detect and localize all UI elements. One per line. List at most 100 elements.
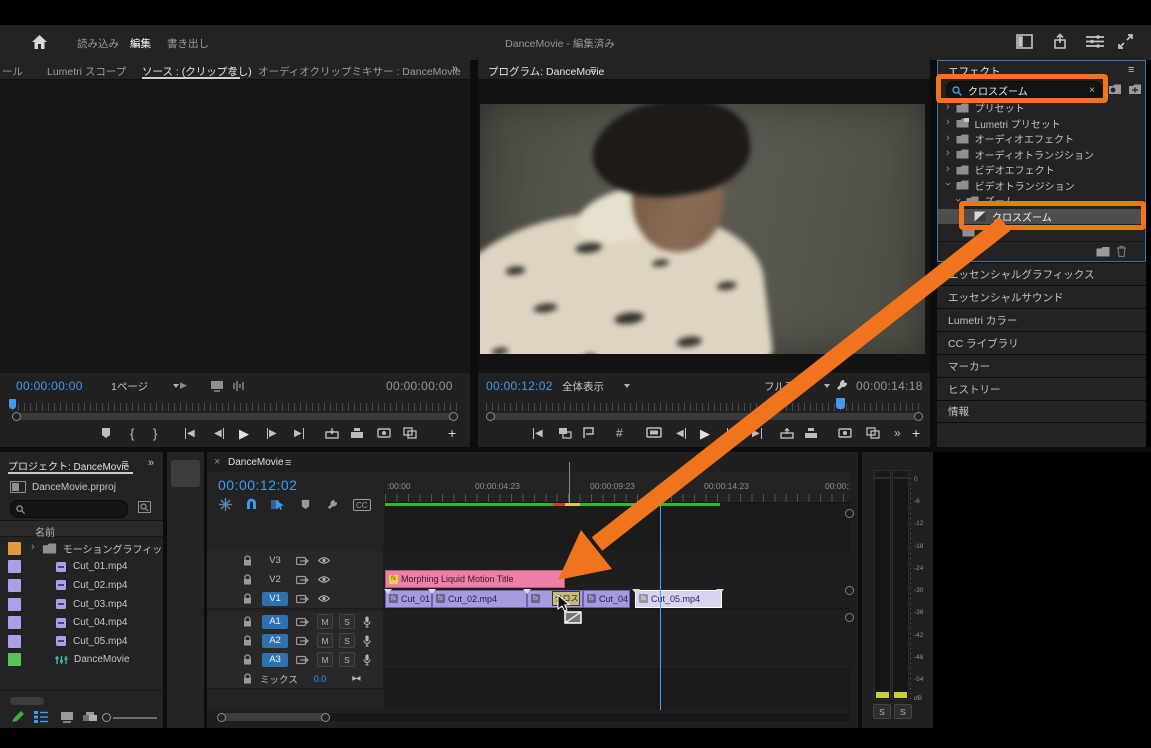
project-list-header[interactable]: 名前: [0, 520, 163, 539]
project-hscroll[interactable]: [10, 697, 44, 705]
project-item-cut02[interactable]: Cut_02.mp4: [0, 576, 163, 595]
track-header-v1[interactable]: V1: [207, 589, 383, 609]
project-item-cut05[interactable]: Cut_05.mp4: [0, 632, 163, 651]
menu-export[interactable]: 書き出し: [167, 36, 209, 51]
solo-button-a1[interactable]: S: [339, 614, 355, 629]
timeline-playhead[interactable]: [659, 494, 661, 710]
panel-cc-libraries[interactable]: CC ライブラリ: [937, 331, 1146, 354]
label-swatch[interactable]: [8, 597, 21, 611]
vscroll-handle-bottom[interactable]: [845, 613, 854, 622]
clip-cut04[interactable]: fx Cut_04.: [583, 589, 630, 608]
panel-info[interactable]: 情報: [937, 400, 1146, 423]
track-target-a2[interactable]: A2: [262, 633, 288, 648]
source-audio-waveform-icon[interactable]: [232, 380, 246, 392]
sync-lock-icon[interactable]: [296, 655, 309, 665]
tab-overflow-icon[interactable]: »: [452, 63, 458, 75]
program-goto-out-icon[interactable]: ▶: [752, 428, 762, 439]
overwrite-icon[interactable]: [350, 428, 364, 439]
tab-audio-clip-mixer[interactable]: オーディオクリップミキサー : DanceMovie: [258, 64, 461, 79]
menu-edit[interactable]: 編集: [130, 36, 151, 51]
effects-tree-video-effects[interactable]: › ビデオエフェクト: [938, 162, 1145, 178]
tab-effect-controls[interactable]: ール: [2, 64, 23, 79]
insert-nest-icon[interactable]: [219, 498, 232, 511]
vscroll-handle-mid[interactable]: [845, 586, 854, 595]
label-swatch[interactable]: [8, 634, 21, 648]
track-header-v3[interactable]: V3: [207, 551, 383, 571]
project-search-input[interactable]: [10, 500, 128, 518]
gap-timeline-meters[interactable]: [858, 452, 862, 728]
sync-lock-icon[interactable]: [296, 575, 309, 585]
project-panel-tab[interactable]: プロジェクト: DanceMovie: [8, 458, 129, 473]
timeline-wrench-icon[interactable]: [326, 498, 339, 511]
goto-in-icon[interactable]: ◀: [185, 428, 195, 439]
mute-button-a2[interactable]: M: [317, 633, 333, 648]
mute-button-a1[interactable]: M: [317, 614, 333, 629]
label-swatch[interactable]: [8, 616, 21, 630]
hscroll-handle-right[interactable]: [321, 712, 330, 722]
lane-a2[interactable]: [385, 631, 850, 651]
thumbnail-zoom-knob[interactable]: [102, 713, 111, 722]
source-zoom-select[interactable]: 1ページ: [105, 377, 185, 395]
timeline-hscroll-handle[interactable]: [217, 713, 330, 721]
quick-export-icon[interactable]: [1086, 35, 1104, 48]
clip-cut01[interactable]: fx Cut_01: [385, 589, 432, 608]
captions-icon[interactable]: CC: [353, 499, 371, 511]
search-bin-icon[interactable]: [138, 501, 151, 513]
delete-bin-icon[interactable]: [1116, 245, 1127, 257]
clip-cut02[interactable]: fx Cut_02.mp4: [432, 589, 527, 608]
eye-icon[interactable]: [317, 556, 331, 565]
writable-pen-icon[interactable]: [10, 710, 25, 724]
timeline-ruler[interactable]: :00:00 00:00:04:23 00:00:09:23 00:00:14:…: [385, 472, 850, 503]
program-play-icon[interactable]: ▶: [700, 426, 710, 442]
label-swatch[interactable]: [8, 541, 21, 555]
effects-tree-audio-effects[interactable]: › オーディオエフェクト: [938, 131, 1145, 147]
safe-margins-icon[interactable]: [582, 427, 595, 439]
project-file-name[interactable]: DanceMovie.prproj: [32, 482, 116, 493]
lock-icon[interactable]: [243, 616, 252, 627]
tab-lumetri-scopes[interactable]: Lumetri スコープ: [47, 64, 126, 79]
multicam-icon[interactable]: [558, 427, 572, 439]
sync-lock-icon[interactable]: [296, 617, 309, 627]
program-scrollbar[interactable]: [486, 413, 922, 420]
track-header-mix[interactable]: ミックス 0.0 ▶◀: [207, 669, 383, 689]
track-header-v2[interactable]: V2: [207, 570, 383, 590]
sync-lock-icon[interactable]: [296, 636, 309, 646]
source-scrub-ticks[interactable]: [12, 403, 458, 411]
eye-icon[interactable]: [317, 594, 331, 603]
mute-button-a3[interactable]: M: [317, 652, 333, 667]
program-panel-menu-icon[interactable]: ≡: [590, 64, 596, 76]
effects-tree-video-transitions[interactable]: › ビデオトランジション: [938, 178, 1145, 194]
fit-icon[interactable]: ▶◀: [352, 675, 360, 682]
gap-tools-timeline[interactable]: [204, 452, 207, 728]
lock-icon[interactable]: [243, 635, 252, 646]
effects-filter-badge-icon[interactable]: [1108, 83, 1122, 95]
program-compare-view-icon[interactable]: [866, 427, 880, 439]
fullscreen-icon[interactable]: [1118, 34, 1133, 49]
mix-gain-value[interactable]: 0.0: [314, 674, 327, 684]
grid-icon[interactable]: #: [616, 426, 623, 440]
program-step-forward-icon[interactable]: ▶: [727, 428, 737, 439]
effects-panel-menu-icon[interactable]: ≡: [1128, 64, 1134, 76]
meter-solo-right[interactable]: S: [894, 704, 912, 719]
program-fit-select[interactable]: 全体表示: [556, 377, 636, 395]
timeline-timecode[interactable]: 00:00:12:02: [218, 477, 297, 493]
project-item-folder[interactable]: › モーショングラフィッ: [0, 539, 163, 558]
project-item-cut03[interactable]: Cut_03.mp4: [0, 595, 163, 614]
extract-icon[interactable]: [804, 428, 818, 439]
source-scroll-handle-left[interactable]: [12, 412, 21, 421]
source-add-button[interactable]: +: [448, 425, 456, 441]
panel-essential-graphics[interactable]: エッセンシャルグラフィックス: [937, 262, 1146, 285]
menu-import[interactable]: 読み込み: [77, 36, 119, 51]
track-target-v2[interactable]: V2: [262, 573, 288, 587]
timeline-marker-icon[interactable]: [300, 499, 311, 510]
panel-markers[interactable]: マーカー: [937, 354, 1146, 377]
solo-button-a3[interactable]: S: [339, 652, 355, 667]
program-step-back-icon[interactable]: ◀: [676, 428, 686, 439]
add-marker-icon[interactable]: [100, 427, 112, 439]
effects-tree-audio-transitions[interactable]: › オーディオトランジション: [938, 147, 1145, 163]
source-scrollbar[interactable]: [12, 413, 458, 420]
lock-icon[interactable]: [243, 593, 252, 604]
effects-preset-badge-icon[interactable]: [1128, 83, 1142, 95]
track-target-v3[interactable]: V3: [262, 554, 288, 568]
solo-button-a2[interactable]: S: [339, 633, 355, 648]
